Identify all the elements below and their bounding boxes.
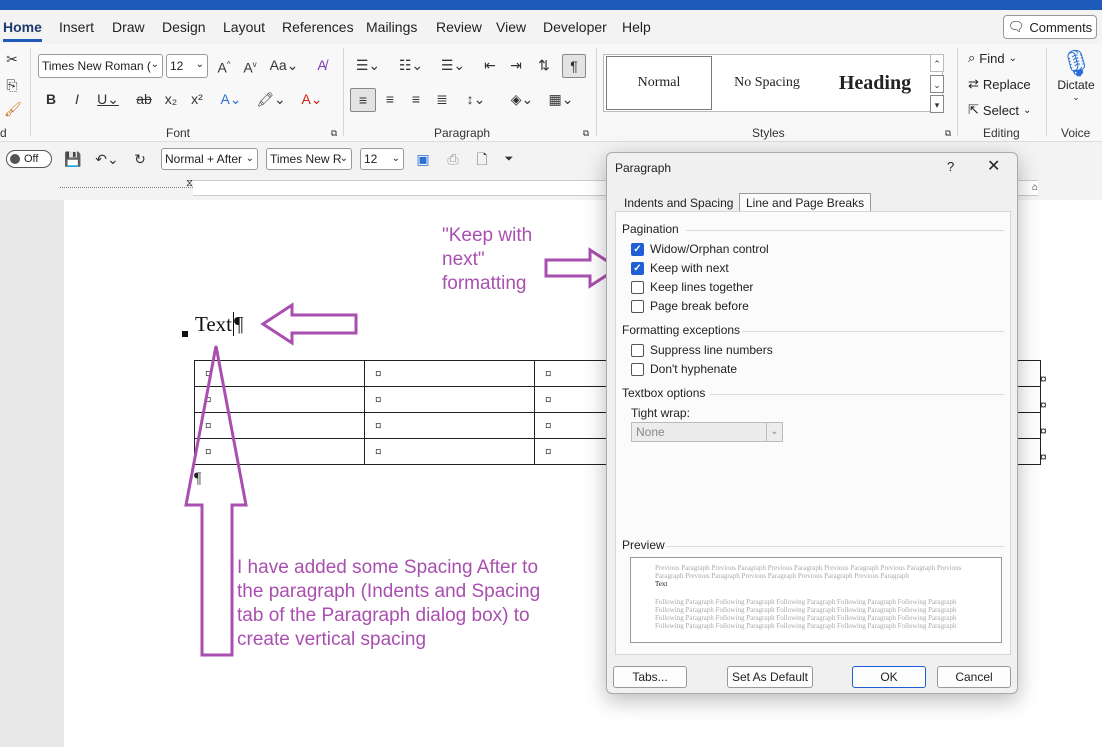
checkbox-keep-lines-together[interactable]: Keep lines together bbox=[631, 280, 753, 294]
tight-wrap-label: Tight wrap: bbox=[631, 406, 690, 420]
divider bbox=[710, 394, 1004, 395]
tight-wrap-select[interactable]: None ⌄ bbox=[631, 422, 783, 442]
dialog-title: Paragraph bbox=[615, 161, 672, 175]
checkbox-label: Suppress line numbers bbox=[650, 343, 773, 357]
checkbox-widow-orphan-control[interactable]: ✓ Widow/Orphan control bbox=[631, 242, 769, 256]
help-button[interactable]: ? bbox=[947, 159, 954, 174]
annotation-spacing-note: I have added some Spacing After to the p… bbox=[237, 557, 541, 650]
paragraph-dialog: Paragraph ? ✕ Indents and Spacing Line a… bbox=[606, 152, 1018, 694]
checkbox-label: Page break before bbox=[650, 299, 749, 313]
checkbox-suppress-line-numbers[interactable]: Suppress line numbers bbox=[631, 343, 773, 357]
arrow-to-text bbox=[260, 302, 358, 346]
tabs-button[interactable]: Tabs... bbox=[613, 666, 687, 688]
annotation-keep-with-next: "Keep with next" formatting bbox=[442, 225, 533, 294]
preview-heading: Preview bbox=[622, 538, 665, 552]
ok-button[interactable]: OK bbox=[852, 666, 926, 688]
pagination-heading: Pagination bbox=[622, 222, 679, 236]
checkbox-label: Keep lines together bbox=[650, 280, 754, 294]
checkbox-box bbox=[631, 280, 644, 294]
set-as-default-button[interactable]: Set As Default bbox=[727, 666, 813, 688]
formatting-exceptions-heading: Formatting exceptions bbox=[622, 323, 741, 337]
preview-previous-text: Previous Paragraph Previous Paragraph Pr… bbox=[655, 564, 962, 580]
checkbox-label: Don't hyphenate bbox=[650, 362, 738, 376]
preview-following-text: Following Paragraph Following Paragraph … bbox=[655, 598, 957, 630]
divider bbox=[666, 546, 1004, 547]
divider bbox=[742, 331, 1004, 332]
checkbox-label: Keep with next bbox=[650, 261, 729, 275]
checkbox-label: Widow/Orphan control bbox=[650, 242, 769, 256]
checkbox-box bbox=[631, 299, 644, 313]
textbox-options-heading: Textbox options bbox=[622, 386, 706, 400]
preview-sample-text: Text bbox=[655, 580, 668, 588]
divider bbox=[686, 230, 1004, 231]
cancel-button[interactable]: Cancel bbox=[937, 666, 1011, 688]
checkbox-page-break-before[interactable]: Page break before bbox=[631, 299, 749, 313]
checkmark-icon: ✓ bbox=[631, 242, 644, 256]
paragraph-preview: Previous Paragraph Previous Paragraph Pr… bbox=[630, 557, 1002, 643]
checkbox-don-t-hyphenate[interactable]: Don't hyphenate bbox=[631, 362, 737, 376]
tab-line-and-page-breaks[interactable]: Line and Page Breaks bbox=[739, 193, 872, 211]
tab-indents-and-spacing[interactable]: Indents and Spacing bbox=[617, 193, 741, 211]
close-icon[interactable]: ✕ bbox=[987, 156, 1000, 176]
checkbox-box bbox=[631, 343, 644, 357]
checkbox-box bbox=[631, 362, 644, 376]
checkbox-keep-with-next[interactable]: ✓ Keep with next bbox=[631, 261, 729, 275]
checkmark-icon: ✓ bbox=[631, 261, 644, 275]
